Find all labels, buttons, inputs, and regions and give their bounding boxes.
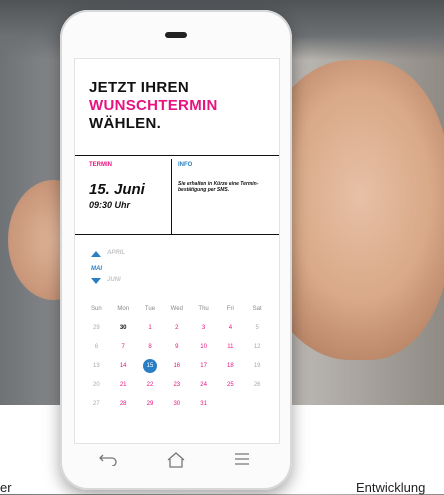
weekday: Mon (117, 305, 130, 312)
month-current: MAI (91, 266, 102, 272)
calendar-day[interactable]: 12 (244, 344, 271, 350)
month-down-arrow-icon[interactable] (91, 278, 101, 284)
calendar-day[interactable]: 29 (137, 401, 164, 407)
calendar-day[interactable]: 5 (244, 325, 271, 331)
phone: JETZT IHREN WUNSCHTERMIN WÄHLEN. TERMIN … (60, 10, 292, 490)
headline-line-2: WUNSCHTERMIN (89, 97, 218, 114)
info-text: Sie erhalten in Kürze eine Termin-bestät… (178, 181, 259, 193)
calendar-day[interactable]: 30 (110, 325, 137, 331)
weekday: Fri (226, 305, 234, 312)
calendar-day[interactable]: 13 (83, 363, 110, 369)
calendar-day[interactable]: 3 (190, 325, 217, 331)
calendar-day[interactable]: 11 (217, 344, 244, 350)
selected-day-marker[interactable]: 15 (142, 358, 157, 373)
weekday: Thu (198, 305, 209, 312)
calendar-day[interactable]: 31 (190, 401, 217, 407)
appointment-time: 09:30 Uhr (89, 200, 131, 210)
calendar-day[interactable]: 26 (244, 382, 271, 388)
calendar-day[interactable]: 21 (110, 382, 137, 388)
weekday: Tue (144, 305, 156, 312)
weekday: Wed (170, 305, 183, 312)
calendar-day[interactable]: 4 (217, 325, 244, 331)
calendar-day[interactable]: 27 (83, 401, 110, 407)
calendar-day[interactable]: 14 (110, 363, 137, 369)
calendar-day[interactable]: 22 (137, 382, 164, 388)
weekday: Sun (91, 305, 102, 312)
home-icon[interactable] (164, 452, 188, 472)
phone-speaker (165, 32, 187, 38)
appointment-date: 15. Juni (89, 181, 145, 198)
calendar-day[interactable]: 20 (83, 382, 110, 388)
calendar-day[interactable]: 29 (83, 325, 110, 331)
month-next[interactable]: JUNI (107, 277, 121, 283)
calendar: Sun Mon Tue Wed Thu Fri Sat 29 30 1 2 3 … (83, 299, 271, 413)
calendar-week: 6 7 8 9 10 11 12 (83, 337, 271, 356)
weekday-header: Sun Mon Tue Wed Thu Fri Sat (83, 299, 271, 318)
calendar-day[interactable]: 8 (137, 344, 164, 350)
calendar-day[interactable]: 9 (163, 344, 190, 350)
calendar-week: 20 21 22 23 24 25 26 (83, 375, 271, 394)
calendar-day[interactable]: 19 (244, 363, 271, 369)
calendar-week: 13 14 15 16 17 18 19 (83, 356, 271, 375)
calendar-day[interactable]: 28 (110, 401, 137, 407)
calendar-day[interactable]: 18 (217, 363, 244, 369)
caption-left: er (0, 480, 12, 495)
back-arrow-icon[interactable] (96, 452, 120, 472)
calendar-day[interactable]: 16 (163, 363, 190, 369)
calendar-day[interactable]: 2 (163, 325, 190, 331)
headline: JETZT IHREN WUNSCHTERMIN WÄHLEN. (89, 79, 218, 133)
info-label: INFO (178, 162, 193, 168)
termin-label: TERMIN (89, 162, 112, 168)
headline-line-1: JETZT IHREN (89, 79, 189, 96)
divider-vertical (171, 159, 172, 234)
calendar-day[interactable]: 17 (190, 363, 217, 369)
menu-icon[interactable] (230, 452, 254, 472)
calendar-week: 27 28 29 30 31 (83, 394, 271, 413)
calendar-day[interactable]: 24 (190, 382, 217, 388)
calendar-day[interactable]: 7 (110, 344, 137, 350)
calendar-day-selected[interactable]: 15 (137, 358, 164, 373)
calendar-day[interactable]: 30 (163, 401, 190, 407)
phone-screen: JETZT IHREN WUNSCHTERMIN WÄHLEN. TERMIN … (74, 58, 280, 444)
phone-nav-bar (60, 442, 292, 486)
weekday: Sat (252, 305, 262, 312)
calendar-day[interactable]: 25 (217, 382, 244, 388)
calendar-day[interactable]: 10 (190, 344, 217, 350)
calendar-day[interactable]: 1 (137, 325, 164, 331)
month-prev[interactable]: APRIL (107, 250, 125, 256)
divider-top (75, 155, 279, 156)
caption-right: Entwicklung (356, 480, 426, 495)
headline-line-3: WÄHLEN. (89, 115, 162, 132)
calendar-week: 29 30 1 2 3 4 5 (83, 318, 271, 337)
month-up-arrow-icon[interactable] (91, 251, 101, 257)
divider-bottom (75, 234, 279, 235)
calendar-day[interactable]: 6 (83, 344, 110, 350)
calendar-day[interactable]: 23 (163, 382, 190, 388)
